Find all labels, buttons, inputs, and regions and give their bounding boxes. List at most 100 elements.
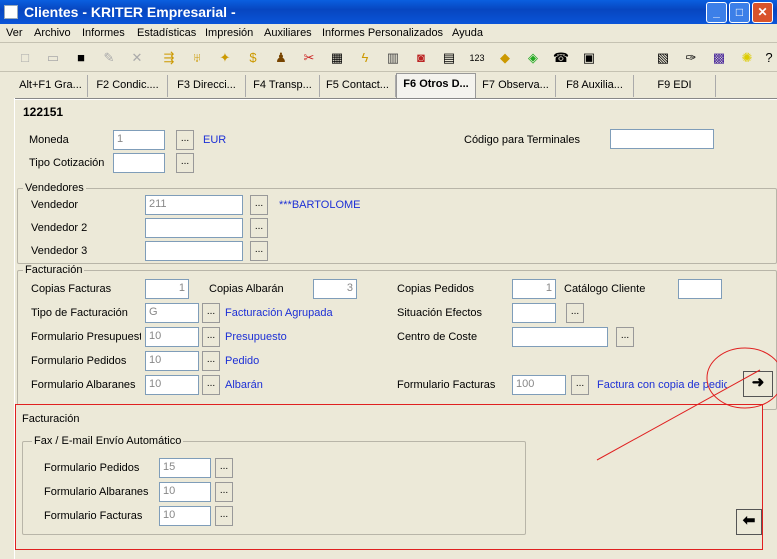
form-albaranes-lookup-button[interactable]: ... — [202, 375, 220, 395]
vendedores-title: Vendedores — [23, 182, 86, 194]
vendedor-name: ***BARTOLOME — [279, 199, 361, 211]
popup-pedidos-lookup-button[interactable]: ... — [215, 458, 233, 478]
tab-direcciones[interactable]: F3 Direcci... — [168, 75, 246, 97]
terminales-field[interactable] — [610, 129, 714, 149]
popup-albaranes-label: Formulario Albaranes — [44, 486, 149, 498]
tab-condiciones[interactable]: F2 Condic.... — [88, 75, 168, 97]
copias-pedidos-label: Copias Pedidos — [397, 283, 475, 295]
ledger-icon[interactable]: ▤ — [440, 49, 458, 67]
tab-auxiliares[interactable]: F8 Auxilia... — [556, 75, 634, 97]
save-icon[interactable]: ■ — [72, 49, 90, 67]
lightning-icon[interactable]: ϟ — [356, 49, 374, 67]
cotizacion-lookup-button[interactable]: ... — [176, 153, 194, 173]
tag-icon[interactable]: ◆ — [496, 49, 514, 67]
record-code: 122151 — [23, 105, 64, 119]
popup-albaranes-field[interactable]: 10 — [159, 482, 211, 502]
terminales-label: Código para Terminales — [464, 134, 580, 146]
form-presupuesto-name: Presupuesto — [225, 331, 287, 343]
form-pedidos-lookup-button[interactable]: ... — [202, 351, 220, 371]
tab-edi[interactable]: F9 EDI — [634, 75, 716, 97]
new-icon[interactable]: □ — [16, 49, 34, 67]
form-albaranes-field[interactable]: 10 — [145, 375, 199, 395]
form-albaranes-label: Formulario Albaranes — [31, 379, 136, 391]
copias-facturas-field[interactable]: 1 — [145, 279, 189, 299]
gift-icon[interactable]: ◈ — [524, 49, 542, 67]
tab-contactos[interactable]: F5 Contact... — [320, 75, 396, 97]
form-pedidos-label: Formulario Pedidos — [31, 355, 127, 367]
help-icon[interactable]: ? — [760, 49, 777, 67]
bell-icon[interactable]: ♟ — [272, 49, 290, 67]
grid-icon[interactable]: ▩ — [710, 49, 728, 67]
situacion-field[interactable] — [512, 303, 556, 323]
form-facturas-name: Factura con copia de pedic — [597, 379, 727, 391]
tab-transportes[interactable]: F4 Transp... — [246, 75, 320, 97]
tipo-facturacion-name: Facturación Agrupada — [225, 307, 333, 319]
chart-icon[interactable]: ▥ — [384, 49, 402, 67]
copias-facturas-label: Copias Facturas — [31, 283, 112, 295]
tipo-facturacion-lookup-button[interactable]: ... — [202, 303, 220, 323]
tab-graficos[interactable]: Alt+F1 Gra... — [14, 75, 88, 97]
catalogo-field[interactable] — [678, 279, 722, 299]
moneda-label: Moneda — [29, 134, 69, 146]
delete-icon[interactable]: ✕ — [128, 49, 146, 67]
situacion-lookup-button[interactable]: ... — [566, 303, 584, 323]
back-arrow-button[interactable]: ⬅ — [736, 509, 762, 535]
edit-icon[interactable]: ✎ — [100, 49, 118, 67]
copias-albaran-field[interactable]: 3 — [313, 279, 357, 299]
maximize-button[interactable]: □ — [729, 2, 750, 23]
centro-coste-lookup-button[interactable]: ... — [616, 327, 634, 347]
minimize-button[interactable]: _ — [706, 2, 727, 23]
lightbulb-icon[interactable]: ✺ — [738, 49, 756, 67]
popup-facturas-label: Formulario Facturas — [44, 510, 143, 522]
vendedor-field[interactable]: 211 — [145, 195, 243, 215]
document-icon[interactable]: ▧ — [654, 49, 672, 67]
paperclip-icon[interactable]: ✑ — [682, 49, 700, 67]
form-facturas-field[interactable]: 100 — [512, 375, 566, 395]
form-albaranes-name: Albarán — [225, 379, 263, 391]
numbers-icon[interactable]: 123 — [468, 49, 486, 67]
tipo-facturacion-field[interactable]: G — [145, 303, 199, 323]
vendedor3-lookup-button[interactable]: ... — [250, 241, 268, 261]
tab-otros-datos[interactable]: F6 Otros D... — [396, 73, 476, 98]
moneda-field[interactable]: 1 — [113, 130, 165, 150]
menu-ayuda[interactable]: Ayuda — [452, 27, 483, 39]
vendedor2-field[interactable] — [145, 218, 243, 238]
dollar-icon[interactable]: $ — [244, 49, 262, 67]
cotizacion-label: Tipo Cotización — [29, 157, 105, 169]
tool-icon[interactable]: ✂ — [300, 49, 318, 67]
vendedor2-lookup-button[interactable]: ... — [250, 218, 268, 238]
menu-informes[interactable]: Informes — [82, 27, 125, 39]
table-icon[interactable]: ▦ — [328, 49, 346, 67]
cotizacion-field[interactable] — [113, 153, 165, 173]
popup-facturas-field[interactable]: 10 — [159, 506, 211, 526]
next-arrow-button[interactable]: ➜ — [743, 371, 773, 397]
centro-coste-field[interactable] — [512, 327, 608, 347]
menu-estadisticas[interactable]: Estadísticas — [137, 27, 196, 39]
award-icon[interactable]: ✦ — [216, 49, 234, 67]
popup-pedidos-field[interactable]: 15 — [159, 458, 211, 478]
menu-informes-personalizados[interactable]: Informes Personalizados — [322, 27, 443, 39]
camera-icon[interactable]: ◙ — [412, 49, 430, 67]
menu-auxiliares[interactable]: Auxiliares — [264, 27, 312, 39]
form-facturas-lookup-button[interactable]: ... — [571, 375, 589, 395]
phone-icon[interactable]: ☎ — [552, 49, 570, 67]
popup-facturas-lookup-button[interactable]: ... — [215, 506, 233, 526]
form-facturas-label: Formulario Facturas — [397, 379, 496, 391]
popup-albaranes-lookup-button[interactable]: ... — [215, 482, 233, 502]
trophy-icon[interactable]: ♅ — [188, 49, 206, 67]
calendar-icon[interactable]: ▣ — [580, 49, 598, 67]
vendedor3-field[interactable] — [145, 241, 243, 261]
vendedor-lookup-button[interactable]: ... — [250, 195, 268, 215]
menu-ver[interactable]: Ver — [6, 27, 23, 39]
filter-icon[interactable]: ⇶ — [160, 49, 178, 67]
moneda-lookup-button[interactable]: ... — [176, 130, 194, 150]
tab-observaciones[interactable]: F7 Observa... — [476, 75, 556, 97]
open-icon[interactable]: ▭ — [44, 49, 62, 67]
form-presupuesto-lookup-button[interactable]: ... — [202, 327, 220, 347]
menu-impresion[interactable]: Impresión — [205, 27, 253, 39]
menu-archivo[interactable]: Archivo — [34, 27, 71, 39]
form-pedidos-field[interactable]: 10 — [145, 351, 199, 371]
copias-pedidos-field[interactable]: 1 — [512, 279, 556, 299]
close-button[interactable]: ✕ — [752, 2, 773, 23]
form-presupuesto-field[interactable]: 10 — [145, 327, 199, 347]
